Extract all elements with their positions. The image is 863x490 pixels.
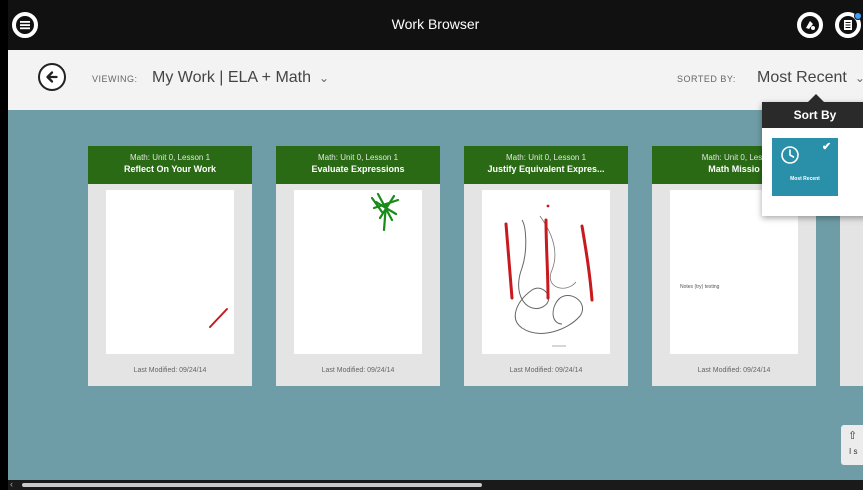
work-card[interactable]: Math: Unit 0, Lesson 1 Reflect On Your W… (88, 146, 252, 386)
card-header: Math: Unit 0, Lesson 1 Evaluate Expressi… (276, 146, 440, 184)
card-header: Math: Unit 0, Lesson 1 Reflect On Your W… (88, 146, 252, 184)
window-title: Work Browser (391, 16, 480, 32)
work-card[interactable]: Math: Unit 0, Lesson 1 Justify Equivalen… (464, 146, 628, 386)
card-thumbnail (482, 190, 610, 354)
back-arrow-icon (46, 71, 58, 83)
card-thumbnail (106, 190, 234, 354)
clock-icon (781, 146, 799, 164)
tools-button[interactable] (797, 12, 823, 38)
card-title: Reflect On Your Work (123, 164, 217, 174)
sort-by-title: Sort By (762, 102, 863, 128)
checkmark-icon: ✔ (822, 141, 832, 153)
card-title: Evaluate Expressions (311, 164, 405, 174)
card-subtitle: Math: Unit 0, Lesson 1 (505, 153, 587, 162)
sort-dropdown[interactable]: Most Recent ⌄ (757, 69, 863, 87)
viewing-label: VIEWING: (92, 74, 138, 84)
share-tab[interactable]: ⇧ I s (841, 425, 863, 465)
work-card[interactable]: Math: Unit 0, Lesson 1 Evaluate Expressi… (276, 146, 440, 386)
notes-button[interactable] (835, 12, 862, 38)
share-icon: ⇧ (848, 430, 858, 442)
work-browser-app: Work Browser VIEWING: My Work | ELA + Ma… (8, 0, 863, 490)
last-modified: Last Modified: 09/24/14 (509, 367, 583, 374)
last-modified: Last Modified: 09/24/14 (697, 367, 771, 374)
viewing-dropdown[interactable]: My Work | ELA + Math ⌄ (152, 69, 329, 87)
sort-value: Most Recent (757, 69, 847, 86)
notification-badge (854, 12, 862, 20)
card-note-text: Notes (try) texting (680, 284, 720, 290)
scroll-thumb[interactable] (22, 483, 482, 487)
ink-drawing (209, 308, 228, 328)
card-subtitle: Math: Unit 0, Lesson 1 (317, 153, 399, 162)
card-thumbnail (294, 190, 422, 354)
back-button[interactable] (38, 63, 66, 91)
card-title: Justify Equivalent Expres... (487, 164, 605, 174)
sort-option-most-recent[interactable]: ✔ Most Recent (772, 138, 838, 196)
ink-drawing (504, 204, 594, 347)
top-bar: Work Browser (8, 0, 863, 50)
last-modified: Last Modified: 09/24/14 (133, 367, 207, 374)
work-grid: Math: Unit 0, Lesson 1 Reflect On Your W… (8, 110, 863, 480)
last-modified: Last Modified: 09/24/14 (321, 367, 395, 374)
tools-icon (801, 16, 819, 34)
chevron-down-icon: ⌄ (854, 71, 863, 85)
ink-drawing (370, 192, 400, 232)
share-tab-text: I s (849, 447, 858, 456)
view-bar: VIEWING: My Work | ELA + Math ⌄ SORTED BY… (8, 50, 863, 110)
card-subtitle: Math: Unit 0, Lesson 1 (129, 153, 211, 162)
scroll-left-icon[interactable]: ‹ (10, 479, 13, 489)
card-header: Math: Unit 0, Lesson 1 Justify Equivalen… (464, 146, 628, 184)
sort-option-label: Most Recent (790, 176, 820, 182)
horizontal-scrollbar[interactable]: ‹ (8, 479, 863, 490)
viewing-value: My Work | ELA + Math (152, 69, 312, 86)
sort-by-popover: Sort By ✔ Most Recent (762, 94, 863, 216)
chevron-down-icon: ⌄ (319, 71, 330, 85)
sorted-by-label: SORTED BY: (677, 74, 736, 84)
